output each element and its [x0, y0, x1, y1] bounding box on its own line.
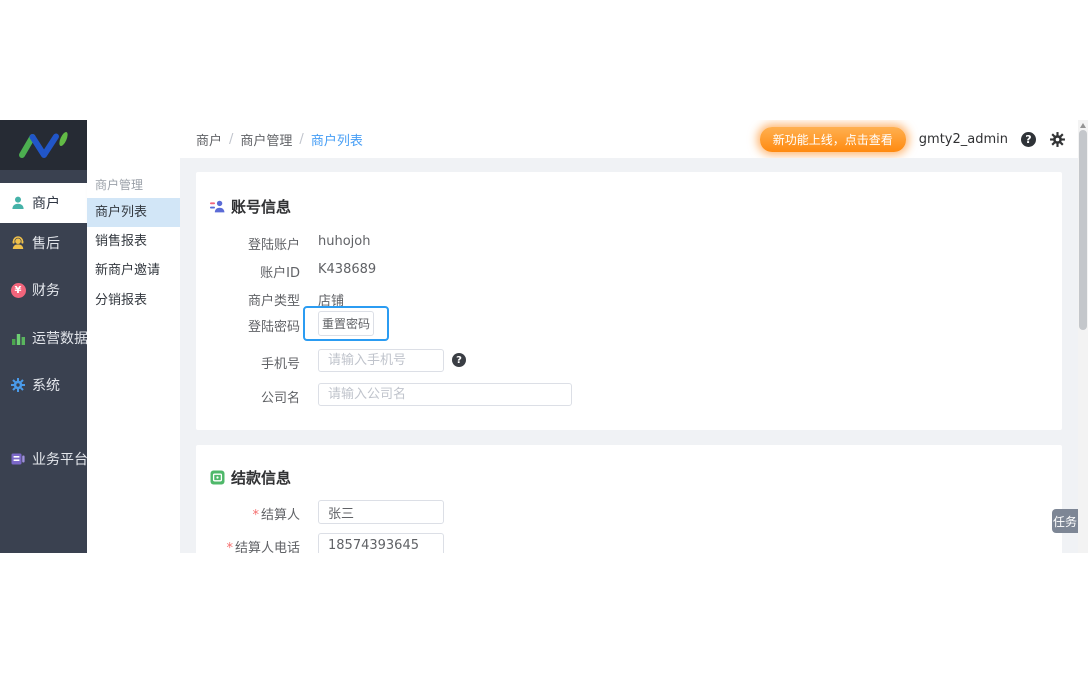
settler-phone-input[interactable]: [318, 533, 444, 553]
merchant-type-label: 商户类型: [247, 294, 300, 309]
login-account-value: huhojoh: [318, 234, 371, 249]
topbar-right: 新功能上线，点击查看 gmty2_admin ?: [759, 126, 1066, 152]
content-area: 账号信息 登陆账户 huhojoh 账户ID K438689 商户类型 店铺 登…: [180, 158, 1078, 553]
sidebar-item-label: 系统: [32, 378, 60, 394]
topbar: 商户 / 商户管理 / 商户列表 新功能上线，点击查看 gmty2_admin …: [180, 120, 1078, 158]
sidebar-item-system[interactable]: 系统: [0, 365, 87, 405]
settlement-info-title: 结款信息: [231, 469, 292, 487]
required-mark: *: [226, 541, 233, 553]
submenu-item-sales-report[interactable]: 销售报表: [87, 227, 180, 256]
sidebar-item-label: 商户: [32, 196, 60, 212]
sidebar-item-label: 运营数据: [32, 331, 88, 347]
sidebar-item-finance[interactable]: ¥ 财务: [0, 270, 87, 310]
account-info-header: 账号信息: [210, 196, 291, 217]
settlement-info-header: 结款信息: [210, 467, 291, 488]
account-info-card: 账号信息 登陆账户 huhojoh 账户ID K438689 商户类型 店铺 登…: [196, 172, 1062, 430]
help-icon[interactable]: ?: [1021, 131, 1036, 147]
sidebar-item-aftersales[interactable]: 售后: [0, 223, 87, 263]
required-mark: *: [252, 508, 259, 523]
reset-password-button[interactable]: 重置密码: [318, 311, 374, 336]
company-label: 公司名: [260, 391, 300, 406]
account-info-title: 账号信息: [231, 198, 292, 216]
phone-help-icon[interactable]: ?: [452, 353, 466, 367]
submenu-item-merchant-list[interactable]: 商户列表: [87, 198, 180, 227]
scrollbar-track[interactable]: [1078, 120, 1088, 553]
breadcrumb-separator: /: [229, 131, 234, 147]
breadcrumb: 商户 / 商户管理 / 商户列表: [196, 130, 363, 149]
breadcrumb-merchant-list-current: 商户列表: [310, 133, 363, 149]
settler-phone-label: * 结算人电话: [196, 537, 300, 553]
sidebar-item-label: 售后: [32, 236, 60, 252]
submenu-group-label: 商户管理: [95, 178, 144, 192]
settler-label: * 结算人: [252, 508, 300, 523]
account-id-label: 账户ID: [260, 266, 300, 281]
scrollbar-thumb[interactable]: [1079, 130, 1087, 330]
account-contact-icon: [210, 200, 225, 213]
sidebar-item-label: 财务: [32, 283, 60, 299]
breadcrumb-separator: /: [299, 131, 304, 147]
scrollbar-up-arrow[interactable]: [1080, 123, 1086, 128]
breadcrumb-merchant[interactable]: 商户: [196, 130, 222, 149]
settler-input[interactable]: [318, 500, 444, 524]
sidebar-item-operations-data[interactable]: 运营数据: [0, 318, 88, 358]
finance-yuan-icon: ¥: [9, 282, 27, 298]
app-logo[interactable]: [0, 120, 87, 170]
operations-chart-icon: [9, 331, 27, 346]
settlement-money-icon: [210, 470, 225, 485]
aftersales-headset-icon: [9, 235, 27, 251]
login-password-label: 登陆密码: [247, 320, 300, 335]
phone-label: 手机号: [260, 357, 300, 372]
sidebar-item-business-platform[interactable]: 业务平台: [0, 439, 88, 479]
merchant-type-value: 店铺: [318, 294, 345, 309]
username[interactable]: gmty2_admin: [919, 132, 1008, 147]
new-feature-notice-badge[interactable]: 新功能上线，点击查看: [759, 126, 906, 152]
submenu-item-distribution-report[interactable]: 分销报表: [87, 286, 180, 315]
page: 商户 售后 ¥ 财务 运营数据 系统 业务平台 商户管理 商户列表 销售报表 新…: [0, 0, 1088, 673]
sidebar-item-merchant[interactable]: 商户: [0, 183, 87, 223]
login-account-label: 登陆账户: [247, 238, 300, 253]
submenu-item-new-merchant-invite[interactable]: 新商户邀请: [87, 256, 180, 285]
breadcrumb-merchant-management[interactable]: 商户管理: [240, 130, 292, 149]
settings-gear-icon[interactable]: [1049, 131, 1066, 148]
secondary-sidebar: 商户管理 商户列表 销售报表 新商户邀请 分销报表: [87, 120, 180, 553]
primary-sidebar: 商户 售后 ¥ 财务 运营数据 系统 业务平台: [0, 120, 88, 553]
phone-input[interactable]: [318, 349, 444, 372]
business-platform-icon: [9, 451, 27, 467]
logo-icon: [18, 132, 68, 158]
account-id-value: K438689: [318, 262, 377, 277]
settlement-info-card: 结款信息 *结算人 *结算人电话: [196, 445, 1062, 553]
admin-app-window: 商户 售后 ¥ 财务 运营数据 系统 业务平台 商户管理 商户列表 销售报表 新…: [0, 120, 1088, 553]
task-tab[interactable]: 任务: [1052, 509, 1078, 533]
sidebar-item-label: 业务平台: [32, 452, 88, 468]
company-input[interactable]: [318, 383, 572, 406]
merchant-person-icon: [9, 195, 27, 211]
system-gear-icon: [9, 377, 27, 393]
